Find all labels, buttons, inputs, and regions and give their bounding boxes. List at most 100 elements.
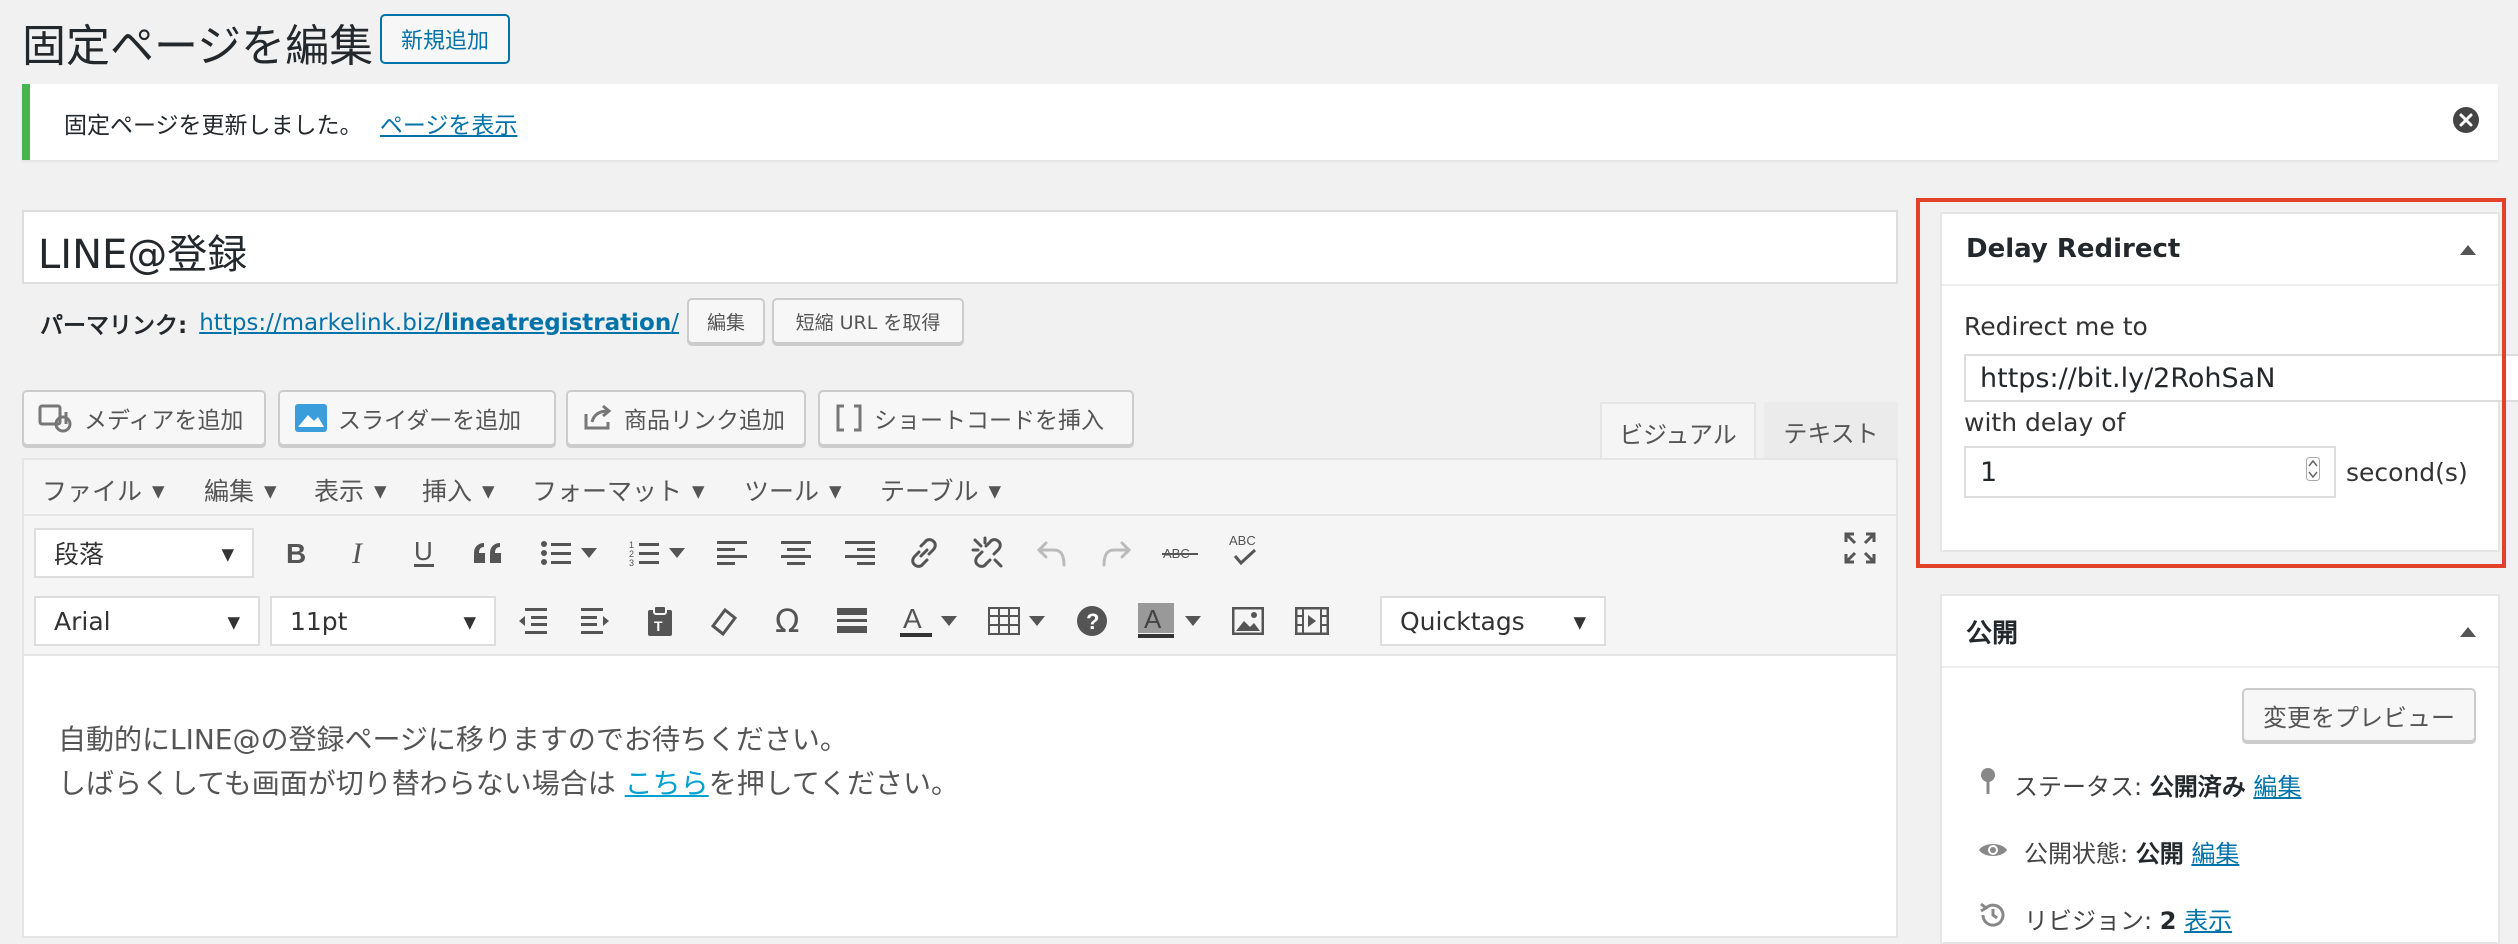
text-color-icon[interactable]: A (894, 599, 938, 643)
align-center-icon[interactable] (774, 531, 818, 575)
menu-format-label: フォーマット (532, 477, 683, 506)
svg-text:A: A (903, 604, 922, 634)
menu-edit-label: 編集 (204, 477, 255, 506)
editor-content[interactable]: 自動的にLINE@の登録ページに移りますのでお待ちください。 しばらくしても画面… (58, 718, 959, 806)
table-icon[interactable] (982, 599, 1026, 643)
italic-icon[interactable]: I (338, 531, 382, 575)
content-line-2: しばらくしても画面が切り替わらない場合は こちらを押してください。 (58, 762, 959, 806)
permalink-url[interactable]: https://markelink.biz/lineatregistration… (199, 310, 679, 336)
add-media-label: メディアを追加 (84, 408, 244, 434)
menu-file[interactable]: ファイル ▾ (42, 472, 165, 508)
add-media-button[interactable]: メディアを追加 (22, 390, 266, 446)
underline-icon[interactable]: U (402, 531, 446, 575)
indent-icon[interactable] (574, 599, 618, 643)
chevron-down-icon: ▾ (221, 538, 234, 568)
font-family-select[interactable]: Arial ▾ (34, 596, 260, 646)
outdent-icon[interactable] (510, 599, 554, 643)
post-title-input[interactable]: LINE@登録 (22, 210, 1898, 284)
editor-toolbar-2: Arial ▾ 11pt ▾ T Ω A ? A Quicktags ▾ (24, 586, 1896, 656)
align-left-icon[interactable] (710, 531, 754, 575)
chevron-down-icon[interactable] (664, 531, 690, 575)
highlight-frame (1916, 198, 2506, 568)
insert-shortcode-label: ショートコードを挿入 (874, 408, 1104, 434)
publish-header[interactable]: 公開 (1942, 596, 2498, 668)
font-size-select[interactable]: 11pt ▾ (270, 596, 496, 646)
publish-title: 公開 (1966, 618, 2019, 649)
notice-message: 固定ページを更新しました。 (64, 113, 363, 139)
status-edit-link[interactable]: 編集 (2253, 773, 2301, 801)
visibility-text: 公開状態: 公開 編集 (2024, 834, 2239, 869)
visibility-value: 公開 (2135, 840, 2184, 868)
quicktags-select[interactable]: Quicktags ▾ (1380, 596, 1606, 646)
content-line-2-after: を押してください。 (708, 767, 960, 800)
revisions-link[interactable]: 表示 (2184, 907, 2232, 935)
editor-toolbar-1: 段落 ▾ B I U 123 ABC ABC (24, 516, 1896, 586)
dismiss-notice-icon[interactable] (2452, 106, 2480, 134)
unlink-icon[interactable] (966, 531, 1010, 575)
permalink: パーマリンク: https://markelink.biz/lineatregi… (40, 306, 679, 340)
chevron-down-icon[interactable] (576, 531, 602, 575)
add-product-link-button[interactable]: 商品リンク追加 (566, 390, 806, 446)
numbered-list-icon[interactable]: 123 (622, 531, 666, 575)
undo-icon[interactable] (1030, 531, 1074, 575)
permalink-slug: lineatregistration (443, 310, 672, 336)
page-title: 固定ページを編集 (22, 21, 374, 72)
chevron-down-icon: ▾ (463, 606, 476, 636)
content-link[interactable]: こちら (625, 767, 709, 800)
insert-shortcode-button[interactable]: ショートコードを挿入 (818, 390, 1134, 446)
special-character-icon[interactable]: Ω (766, 599, 810, 643)
align-right-icon[interactable] (838, 531, 882, 575)
status-value: 公開済み (2149, 772, 2246, 801)
short-url-button[interactable]: 短縮 URL を取得 (772, 298, 964, 344)
permalink-label: パーマリンク: (40, 313, 188, 339)
status-row: ステータス: 公開済み 編集 (1978, 766, 2301, 802)
view-page-link[interactable]: ページを表示 (380, 113, 518, 139)
update-notice: 固定ページを更新しました。 ページを表示 (22, 84, 2498, 160)
menu-edit[interactable]: 編集 ▾ (204, 472, 277, 508)
chevron-down-icon[interactable] (1180, 599, 1206, 643)
menu-format[interactable]: フォーマット ▾ (532, 472, 705, 508)
svg-text:3: 3 (629, 558, 634, 567)
visibility-edit-link[interactable]: 編集 (2191, 840, 2239, 868)
chevron-down-icon: ▾ (829, 475, 842, 505)
redo-icon[interactable] (1094, 531, 1138, 575)
bold-icon[interactable]: B (274, 531, 318, 575)
menu-view[interactable]: 表示 ▾ (314, 472, 387, 508)
background-color-icon[interactable]: A (1134, 599, 1178, 643)
permalink-trailing: / (671, 310, 679, 336)
status-text: ステータス: 公開済み 編集 (2014, 767, 2301, 802)
tab-text[interactable]: テキスト (1764, 402, 1898, 460)
add-slider-button[interactable]: スライダーを追加 (278, 390, 556, 446)
menu-table[interactable]: テーブル ▾ (880, 472, 1001, 508)
chevron-down-icon[interactable] (936, 599, 962, 643)
preview-changes-button[interactable]: 変更をプレビュー (2242, 688, 2476, 742)
menu-tools[interactable]: ツール ▾ (744, 472, 842, 508)
horizontal-line-icon[interactable] (830, 599, 874, 643)
quicktags-value: Quicktags (1400, 606, 1525, 636)
bullet-list-icon[interactable] (534, 531, 578, 575)
paste-text-icon[interactable]: T (638, 599, 682, 643)
link-icon[interactable] (902, 531, 946, 575)
chevron-down-icon[interactable] (1024, 599, 1050, 643)
chevron-down-icon: ▾ (264, 475, 277, 505)
spellcheck-icon[interactable]: ABC (1222, 528, 1266, 572)
svg-text:?: ? (1086, 609, 1099, 634)
menu-insert[interactable]: 挿入 ▾ (422, 472, 495, 508)
image-icon[interactable] (1226, 599, 1270, 643)
video-icon[interactable] (1290, 599, 1334, 643)
format-select[interactable]: 段落 ▾ (34, 528, 254, 578)
content-line-2-before: しばらくしても画面が切り替わらない場合は (58, 767, 625, 800)
blockquote-icon[interactable] (466, 531, 510, 575)
menu-view-label: 表示 (314, 477, 365, 506)
permalink-edit-button[interactable]: 編集 (687, 298, 765, 344)
font-family-value: Arial (54, 606, 111, 636)
clear-formatting-icon[interactable] (702, 599, 746, 643)
fullscreen-icon[interactable] (1838, 526, 1882, 570)
add-new-button[interactable]: 新規追加 (380, 14, 510, 64)
revisions-row: リビジョン: 2 表示 (1978, 900, 2232, 936)
help-icon[interactable]: ? (1070, 599, 1114, 643)
tab-visual[interactable]: ビジュアル (1600, 402, 1756, 460)
svg-text:I: I (351, 539, 364, 567)
strikethrough-icon[interactable]: ABC (1158, 531, 1202, 575)
collapse-arrow-icon[interactable] (2460, 622, 2476, 641)
